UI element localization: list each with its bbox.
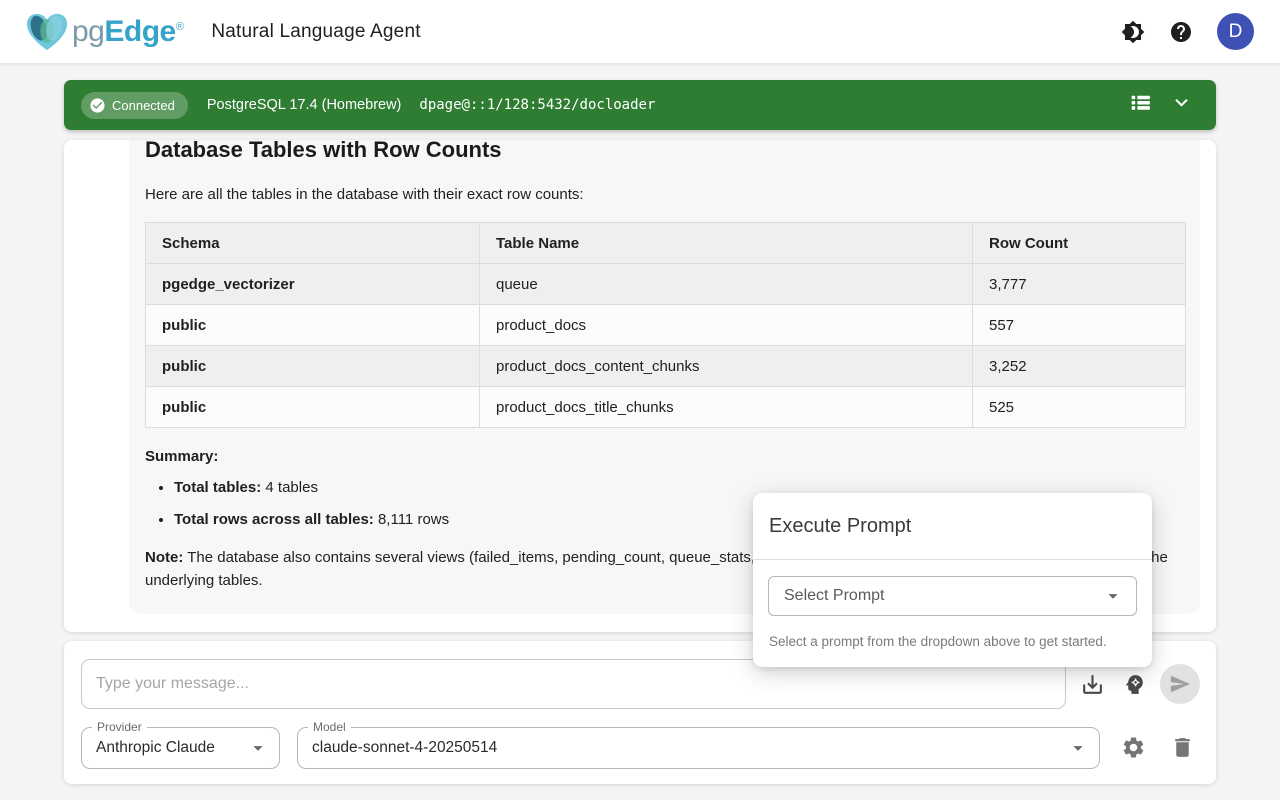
user-avatar[interactable]: D — [1217, 13, 1254, 50]
connection-status-label: Connected — [112, 98, 175, 113]
provider-label: Provider — [92, 720, 147, 734]
pgedge-logo: pgEdge® — [24, 11, 183, 53]
execute-prompt-helper-text: Select a prompt from the dropdown above … — [769, 634, 1136, 649]
app-header: pgEdge® Natural Language Agent D — [0, 0, 1280, 64]
clear-chat-trash-icon[interactable] — [1170, 735, 1195, 760]
dropdown-arrow-icon — [1067, 737, 1089, 759]
table-cell: product_docs — [480, 305, 973, 346]
download-icon[interactable] — [1080, 672, 1105, 697]
dark-mode-toggle-icon[interactable] — [1121, 20, 1145, 44]
provider-select[interactable]: Provider Anthropic Claude — [81, 727, 280, 769]
table-row: public product_docs_content_chunks 3,252 — [146, 346, 1186, 387]
message-intro: Here are all the tables in the database … — [145, 184, 1184, 205]
model-label: Model — [308, 720, 351, 734]
connection-collapse-chevron-icon[interactable] — [1169, 90, 1194, 120]
table-cell: queue — [480, 264, 973, 305]
table-cell: 3,777 — [973, 264, 1186, 305]
model-select[interactable]: Model claude-sonnet-4-20250514 — [297, 727, 1100, 769]
execute-prompt-title: Execute Prompt — [769, 514, 1136, 538]
select-prompt-dropdown[interactable]: Select Prompt — [768, 576, 1137, 616]
connection-bar: Connected PostgreSQL 17.4 (Homebrew) dpa… — [64, 80, 1216, 130]
model-value: claude-sonnet-4-20250514 — [312, 739, 497, 757]
table-cell: product_docs_content_chunks — [480, 346, 973, 387]
summary-heading: Summary: — [145, 448, 1184, 465]
table-cell: public — [146, 387, 480, 428]
divider — [753, 559, 1152, 560]
execute-prompt-panel: Execute Prompt Select Prompt Select a pr… — [753, 493, 1152, 667]
table-header-cell: Schema — [146, 223, 480, 264]
provider-value: Anthropic Claude — [96, 739, 215, 757]
server-version-label: PostgreSQL 17.4 (Homebrew) — [207, 97, 402, 113]
table-cell: 3,252 — [973, 346, 1186, 387]
table-header-row: Schema Table Name Row Count — [146, 223, 1186, 264]
pgedge-heart-icon — [24, 11, 70, 53]
connection-list-icon[interactable] — [1128, 90, 1153, 120]
table-cell: public — [146, 346, 480, 387]
check-circle-icon — [89, 97, 106, 114]
table-cell: product_docs_title_chunks — [480, 387, 973, 428]
message-heading: Database Tables with Row Counts — [145, 140, 1184, 163]
results-table: Schema Table Name Row Count pgedge_vecto… — [145, 222, 1186, 428]
dropdown-arrow-icon — [247, 737, 269, 759]
table-row: public product_docs 557 — [146, 305, 1186, 346]
help-icon[interactable] — [1169, 20, 1193, 44]
table-header-cell: Row Count — [973, 223, 1186, 264]
send-button[interactable] — [1160, 664, 1200, 704]
table-cell: 557 — [973, 305, 1186, 346]
connection-string: dpage@::1/128:5432/docloader — [419, 97, 655, 113]
table-cell: 525 — [973, 387, 1186, 428]
ai-psychology-icon[interactable] — [1122, 672, 1147, 697]
dropdown-arrow-icon — [1102, 585, 1124, 607]
page-title: Natural Language Agent — [211, 21, 420, 43]
connection-status-badge: Connected — [81, 92, 188, 119]
settings-gear-icon[interactable] — [1121, 735, 1146, 760]
table-row: pgedge_vectorizer queue 3,777 — [146, 264, 1186, 305]
table-cell: public — [146, 305, 480, 346]
table-header-cell: Table Name — [480, 223, 973, 264]
pgedge-logo-text: pgEdge® — [72, 15, 183, 49]
select-prompt-value: Select Prompt — [784, 587, 884, 605]
table-row: public product_docs_title_chunks 525 — [146, 387, 1186, 428]
table-cell: pgedge_vectorizer — [146, 264, 480, 305]
send-icon — [1169, 673, 1191, 695]
